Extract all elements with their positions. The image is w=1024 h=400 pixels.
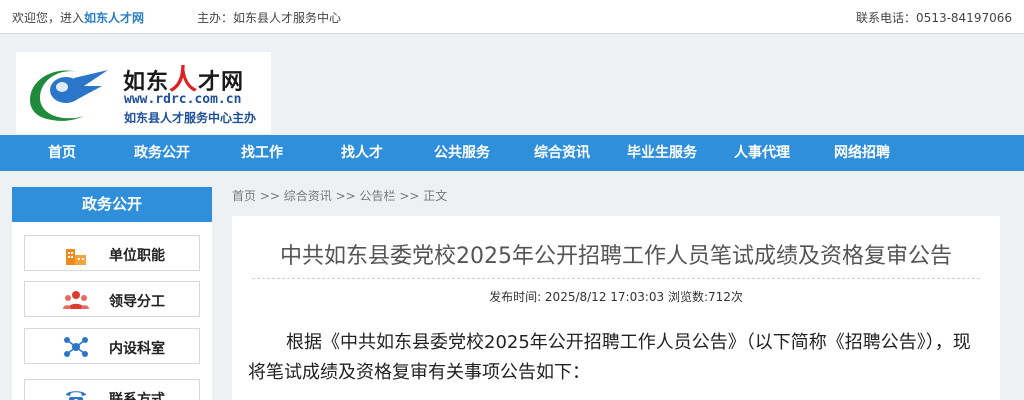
nav-item-online-recruit[interactable]: 网络招聘 bbox=[812, 135, 912, 171]
welcome-prefix: 欢迎您，进入 bbox=[12, 11, 85, 25]
site-logo[interactable]: 如东人才网 www.rdrc.com.cn 如东县人才服务中心主办 bbox=[16, 52, 271, 134]
people-icon bbox=[63, 291, 89, 309]
breadcrumb-bulletin[interactable]: 公告栏 bbox=[360, 189, 396, 203]
article-title: 中共如东县委党校2025年公开招聘工作人员笔试成绩及资格复审公告 bbox=[280, 244, 952, 269]
site-name-link[interactable]: 如东人才网 bbox=[84, 11, 144, 25]
breadcrumb-news[interactable]: 综合资讯 bbox=[284, 189, 332, 203]
article-meta: 发布时间: 2025/8/12 17:03:03 浏览数:712次 bbox=[489, 290, 743, 304]
nav-item-graduates[interactable]: 毕业生服务 bbox=[612, 135, 712, 171]
article-divider bbox=[252, 278, 980, 279]
top-bar: 欢迎您，进入如东人才网 主办：如东县人才服务中心 联系电话：0513-84197… bbox=[0, 0, 1024, 34]
site-header: 如东人才网 www.rdrc.com.cn 如东县人才服务中心主办 bbox=[0, 35, 1024, 135]
sidebar-item-leaders[interactable]: 领导分工 bbox=[24, 281, 200, 317]
welcome-text: 欢迎您，进入如东人才网 bbox=[12, 9, 144, 26]
breadcrumb-current: 正文 bbox=[423, 189, 448, 203]
breadcrumb: 首页 >> 综合资讯 >> 公告栏 >> 正文 bbox=[232, 187, 447, 204]
breadcrumb-home[interactable]: 首页 bbox=[232, 189, 256, 203]
org-chart-icon bbox=[64, 337, 88, 357]
sidebar: 政务公开 单位职能 领导分工 内设科室 联系方式 bbox=[12, 187, 212, 400]
nav-item-home[interactable]: 首页 bbox=[12, 135, 112, 171]
article-panel: 中共如东县委党校2025年公开招聘工作人员笔试成绩及资格复审公告 发布时间: 2… bbox=[232, 216, 1000, 400]
phone-icon bbox=[66, 391, 86, 400]
logo-emblem-icon bbox=[30, 70, 108, 121]
logo-url: www.rdrc.com.cn bbox=[124, 92, 242, 107]
contact-phone: 联系电话：0513-84197066 bbox=[856, 11, 1012, 25]
sidebar-item-departments[interactable]: 内设科室 bbox=[24, 328, 200, 364]
nav-item-news[interactable]: 综合资讯 bbox=[512, 135, 612, 171]
sidebar-item-label: 单位职能 bbox=[109, 248, 165, 264]
sidebar-item-functions[interactable]: 单位职能 bbox=[24, 235, 200, 271]
host-label: 主办：如东县人才服务中心 bbox=[197, 11, 342, 25]
breadcrumb-separator: >> bbox=[256, 189, 284, 203]
nav-item-gov-affairs[interactable]: 政务公开 bbox=[112, 135, 212, 171]
breadcrumb-separator: >> bbox=[395, 189, 424, 203]
building-icon bbox=[66, 249, 86, 265]
nav-item-find-job[interactable]: 找工作 bbox=[212, 135, 312, 171]
sidebar-item-label: 联系方式 bbox=[109, 392, 165, 400]
article-body: 根据《中共如东县委党校2025年公开招聘工作人员公告》（以下简称《招聘公告》），… bbox=[248, 332, 971, 383]
sidebar-item-contact[interactable]: 联系方式 bbox=[24, 379, 200, 400]
sidebar-item-label: 内设科室 bbox=[109, 341, 165, 357]
nav-item-personnel-agency[interactable]: 人事代理 bbox=[712, 135, 812, 171]
nav-item-public-service[interactable]: 公共服务 bbox=[412, 135, 512, 171]
sidebar-title: 政务公开 bbox=[12, 187, 212, 222]
main-nav: 首页 政务公开 找工作 找人才 公共服务 综合资讯 毕业生服务 人事代理 网络招… bbox=[0, 135, 1024, 171]
logo-subtitle: 如东县人才服务中心主办 bbox=[124, 111, 257, 125]
breadcrumb-separator: >> bbox=[331, 189, 360, 203]
sidebar-item-label: 领导分工 bbox=[109, 294, 165, 310]
nav-item-find-talent[interactable]: 找人才 bbox=[312, 135, 412, 171]
